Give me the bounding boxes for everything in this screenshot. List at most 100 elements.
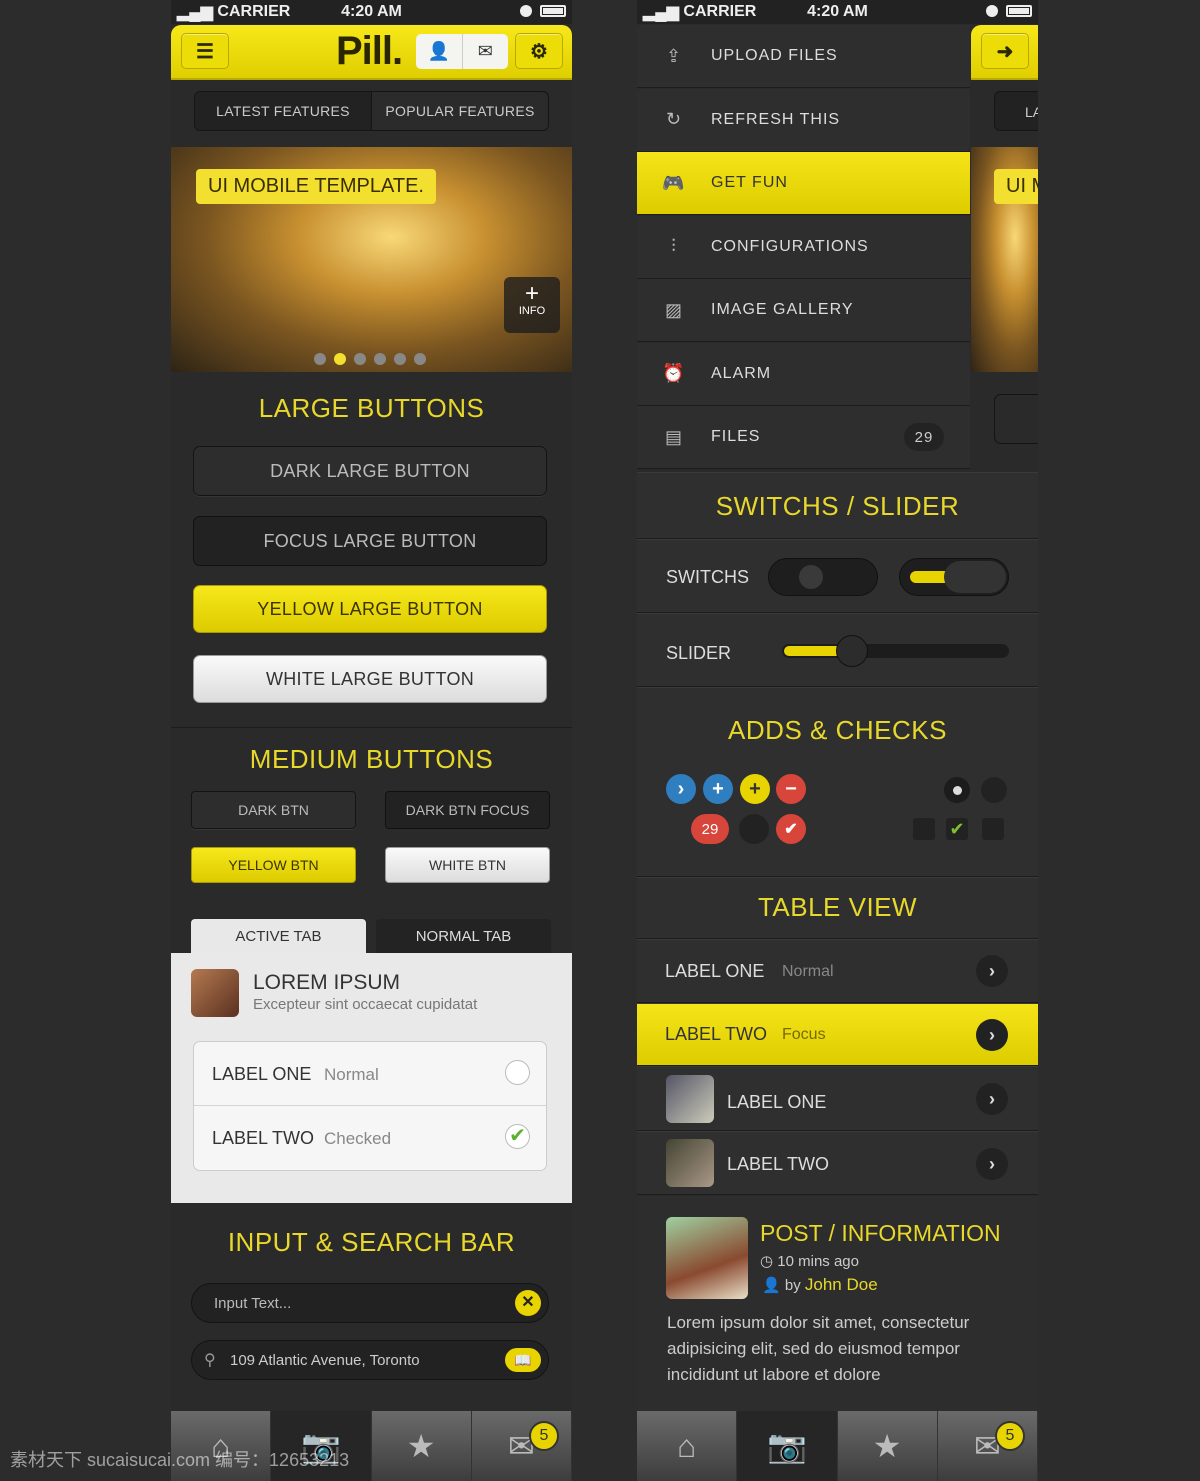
camera-icon: 📷 — [766, 1428, 807, 1464]
search-icon: ⚲ — [204, 1352, 216, 1369]
carousel-dot[interactable] — [394, 353, 406, 365]
menu-item-refresh-this[interactable]: ↻ REFRESH THIS — [637, 88, 970, 152]
search-bar[interactable]: ⚲ 109 Atlantic Avenue, Toronto 📖 — [191, 1340, 549, 1380]
table-row[interactable]: LABEL TWO › — [637, 1131, 1038, 1195]
chevron-right-icon[interactable]: › — [976, 1083, 1008, 1115]
button-peek — [994, 394, 1038, 444]
tab-active[interactable]: ACTIVE TAB — [191, 919, 366, 953]
time: 4:20 AM — [341, 3, 402, 20]
dark-large-button[interactable]: DARK LARGE BUTTON — [193, 446, 547, 496]
carousel-dot[interactable] — [414, 353, 426, 365]
hero-title-peek: UI M — [994, 169, 1038, 204]
add-icon[interactable]: + — [703, 774, 733, 804]
white-btn[interactable]: WHITE BTN — [385, 847, 550, 883]
medium-buttons-title: MEDIUM BUTTONS — [249, 744, 494, 774]
checkbox-unchecked[interactable] — [913, 818, 935, 840]
carousel-dot[interactable] — [374, 353, 386, 365]
tab-mail[interactable]: ✉ 5 — [937, 1411, 1038, 1481]
carousel-dot[interactable] — [334, 353, 346, 365]
chevron-right-icon[interactable]: › — [976, 1148, 1008, 1180]
info-button[interactable]: + INFO — [504, 277, 560, 333]
file-icon: ▤ — [664, 426, 683, 447]
clear-icon[interactable]: ✕ — [515, 1290, 541, 1316]
switch-title-panel: SWITCHS / SLIDER — [637, 472, 1038, 539]
input-search-title: INPUT & SEARCH BAR — [227, 1227, 516, 1257]
image-icon: ▨ — [664, 299, 683, 320]
chevron-right-icon[interactable]: › — [976, 1019, 1008, 1051]
yellow-btn[interactable]: YELLOW BTN — [191, 847, 356, 883]
table-row-focus[interactable]: LABEL TWO Focus › — [637, 1003, 1038, 1066]
tab-normal[interactable]: NORMAL TAB — [376, 919, 551, 953]
info-label: INFO — [518, 305, 546, 317]
check-icon[interactable]: ✔ — [776, 814, 806, 844]
check-icon[interactable]: ✔ — [505, 1124, 530, 1149]
gamepad-icon: 🎮 — [662, 172, 686, 193]
settings-button[interactable]: ⚙ — [515, 33, 563, 69]
left-phone: ▂▄▆ CARRIER 4:20 AM ☰ Pill. 👤 ✉ ⚙ LATEST… — [171, 0, 572, 1481]
list-item[interactable]: LABEL ONE Normal — [194, 1042, 546, 1106]
hero-carousel[interactable]: UI MOBILE TEMPLATE. + INFO — [171, 147, 572, 372]
tab-popular-features[interactable]: POPULAR FEATURES — [372, 92, 548, 130]
add-yellow-icon[interactable]: + — [740, 774, 770, 804]
menu-item-files[interactable]: ▤ FILES 29 — [637, 406, 970, 469]
table-row[interactable]: LABEL ONE Normal › — [637, 939, 1038, 1003]
tab-camera[interactable]: 📷 — [737, 1411, 838, 1481]
text-input[interactable]: Input Text... ✕ — [191, 1283, 549, 1323]
slider[interactable] — [782, 635, 1009, 667]
post-panel: POST / INFORMATION ◷ 10 mins ago 👤 by Jo… — [637, 1196, 1038, 1411]
user-button[interactable]: 👤 — [416, 34, 463, 69]
back-button[interactable]: ➜ — [981, 33, 1029, 69]
checkbox-unchecked[interactable] — [982, 818, 1004, 840]
tab-home[interactable]: ⌂ — [637, 1411, 738, 1481]
menu-item-get-fun[interactable]: 🎮 GET FUN — [637, 152, 970, 215]
book-icon[interactable]: 📖 — [505, 1348, 541, 1372]
battery-icon — [540, 5, 566, 17]
mail-button[interactable]: ✉ — [463, 34, 509, 69]
header-bar-peek: ➜ — [971, 25, 1038, 80]
remove-icon[interactable]: − — [776, 774, 806, 804]
switch-row: SWITCHS — [637, 539, 1038, 613]
slider-label: SLIDER — [666, 643, 732, 663]
carousel-dot[interactable] — [354, 353, 366, 365]
menu-button[interactable]: ☰ — [181, 33, 229, 69]
author-link[interactable]: John Doe — [805, 1275, 878, 1294]
menu-label: IMAGE GALLERY — [711, 301, 854, 318]
tab-latest-features[interactable]: LATEST FEATURES — [195, 92, 372, 130]
tab-star[interactable]: ★ — [837, 1411, 938, 1481]
radio-unchecked[interactable] — [981, 777, 1007, 803]
focus-large-button[interactable]: FOCUS LARGE BUTTON — [193, 516, 547, 566]
slider-knob[interactable] — [836, 635, 869, 667]
user-icon: 👤 — [762, 1277, 785, 1294]
clock-icon — [986, 5, 998, 17]
menu-item-image-gallery[interactable]: ▨ IMAGE GALLERY — [637, 279, 970, 342]
menu-label: GET FUN — [711, 174, 788, 191]
menu-item-upload-files[interactable]: ⇪ UPLOAD FILES — [637, 25, 970, 88]
dark-btn[interactable]: DARK BTN — [191, 791, 356, 829]
switch-off[interactable] — [768, 558, 878, 596]
home-icon: ⌂ — [676, 1427, 697, 1464]
empty-check[interactable] — [739, 814, 769, 844]
carousel-dot[interactable] — [314, 353, 326, 365]
menu-item-configurations[interactable]: ⫶ CONFIGURATIONS — [637, 215, 970, 279]
chevron-right-icon[interactable]: › — [666, 774, 696, 804]
switch-on[interactable] — [899, 558, 1009, 596]
chevron-right-icon[interactable]: › — [976, 955, 1008, 987]
dark-btn-focus[interactable]: DARK BTN FOCUS — [385, 791, 550, 829]
list-item[interactable]: LABEL TWO Checked ✔ — [194, 1106, 546, 1170]
tab-mail[interactable]: ✉ 5 — [471, 1411, 572, 1481]
header-segment: 👤 ✉ — [416, 34, 508, 69]
menu-item-alarm[interactable]: ⏰ ALARM — [637, 342, 970, 406]
yellow-large-button[interactable]: YELLOW LARGE BUTTON — [193, 585, 547, 633]
tab-peek[interactable]: LA — [994, 91, 1038, 131]
checkbox-checked[interactable]: ✔ — [946, 818, 968, 840]
menu-label: ALARM — [711, 364, 772, 382]
refresh-icon: ↻ — [665, 109, 683, 129]
radio-unchecked[interactable] — [505, 1060, 530, 1085]
tab-star[interactable]: ★ — [371, 1411, 472, 1481]
white-large-button[interactable]: WHITE LARGE BUTTON — [193, 655, 547, 703]
avatar — [666, 1139, 714, 1187]
radio-checked[interactable] — [944, 777, 970, 803]
row-label: LABEL ONE — [665, 961, 765, 981]
carrier: CARRIER — [217, 3, 291, 20]
table-row[interactable]: LABEL ONE › — [637, 1066, 1038, 1131]
